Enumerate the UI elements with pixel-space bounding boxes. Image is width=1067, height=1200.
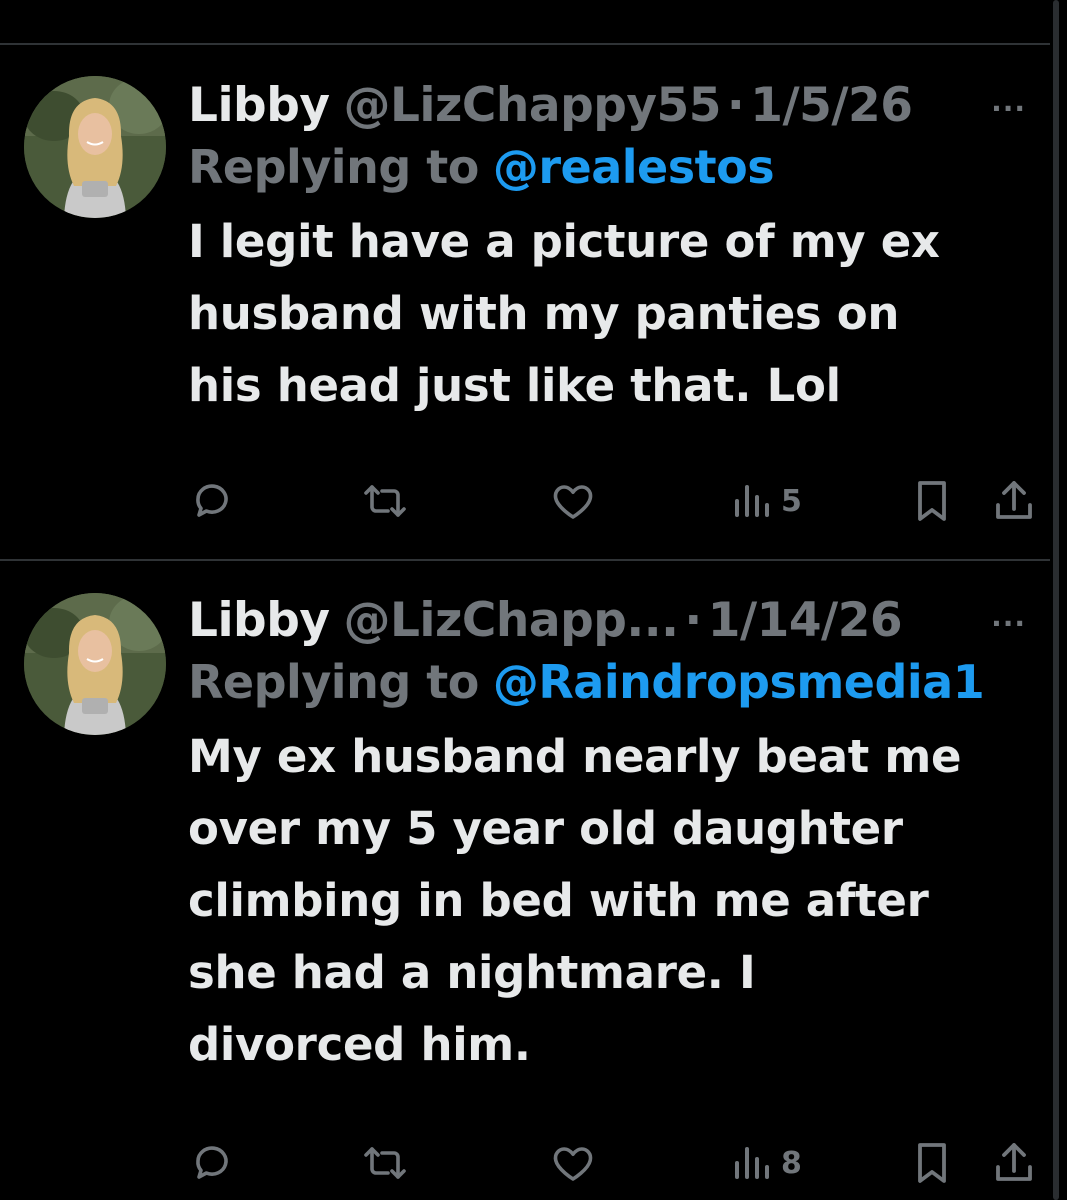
reply-button[interactable] — [188, 1138, 236, 1188]
tweet-content: Libby @LizChapp... · 1/14/26 ··· Replyin… — [188, 589, 1050, 1081]
author-name[interactable]: Libby — [188, 593, 330, 648]
scrollbar[interactable] — [1053, 0, 1059, 1200]
more-options-icon[interactable]: ··· — [991, 92, 1026, 125]
tweet-text-line: husband with my panties on — [188, 287, 900, 340]
tweet-header: Libby @LizChapp... · 1/14/26 — [188, 589, 1050, 651]
tweet-text-line: she had a nightmare. I — [188, 946, 756, 999]
reply-mention-link[interactable]: @Raindropsmedia1 — [493, 655, 985, 709]
retweet-icon — [364, 485, 406, 517]
bookmark-button[interactable] — [910, 476, 954, 526]
heart-icon — [553, 1147, 593, 1181]
views-bar-icon[interactable]: ˙˙˙ — [733, 0, 766, 11]
share-button[interactable] — [992, 1138, 1036, 1188]
reply-mention-link[interactable]: @realestos — [493, 140, 775, 194]
tweet-1[interactable]: Libby @LizChappy55 · 1/5/26 ··· Replying… — [0, 44, 1050, 560]
tweet-text-line: over my 5 year old daughter — [188, 802, 903, 855]
bookmark-icon[interactable]: ˘ — [925, 0, 936, 11]
views-bar-icon — [735, 485, 769, 517]
like-button[interactable] — [548, 476, 598, 526]
retweet-icon — [364, 1147, 406, 1179]
tweet-text-line: climbing in bed with me after — [188, 874, 929, 927]
reply-button[interactable] — [188, 476, 236, 526]
tweet-text: I legit have a picture of my ex husband … — [188, 206, 1038, 422]
share-icon — [996, 1143, 1032, 1181]
share-icon — [996, 481, 1032, 519]
reply-icon[interactable]: ˘ — [188, 0, 199, 11]
tweet-text-line: divorced him. — [188, 1018, 531, 1071]
replying-to-line: Replying to @realestos — [188, 136, 1050, 198]
tweet-text-line: My ex husband nearly beat me — [188, 730, 962, 783]
tweet-date[interactable]: 1/5/26 — [750, 78, 913, 133]
tweet-text: My ex husband nearly beat me over my 5 y… — [188, 721, 1038, 1081]
tweet-content: Libby @LizChappy55 · 1/5/26 ··· Replying… — [188, 74, 1050, 422]
reply-icon — [196, 1146, 228, 1179]
bookmark-icon — [918, 481, 946, 521]
author-handle[interactable]: @LizChappy55 — [343, 78, 721, 133]
heart-icon — [553, 485, 593, 519]
tweet-actions: 5 — [188, 476, 1048, 526]
tweet-text-line: I legit have a picture of my ex — [188, 215, 940, 268]
views-button[interactable]: 8 — [731, 1138, 802, 1188]
views-bar-icon — [735, 1147, 769, 1179]
tweet-2[interactable]: Libby @LizChapp... · 1/14/26 ··· Replyin… — [0, 561, 1050, 1200]
retweet-button[interactable] — [358, 476, 412, 526]
bookmark-button[interactable] — [910, 1138, 954, 1188]
replying-to-label: Replying to — [188, 655, 479, 709]
views-count: 8 — [781, 1145, 802, 1181]
avatar[interactable] — [24, 76, 166, 218]
separator-dot: · — [726, 77, 745, 133]
tweet-header: Libby @LizChappy55 · 1/5/26 — [188, 74, 1050, 136]
replying-to-label: Replying to — [188, 140, 479, 194]
bookmark-icon — [918, 1143, 946, 1183]
share-icon[interactable]: ˘ — [1000, 0, 1011, 11]
tweet-date[interactable]: 1/14/26 — [708, 593, 903, 648]
more-options-icon[interactable]: ··· — [991, 607, 1026, 640]
previous-tweet-actions-remnant: ˘ ˙˙˙ ˘ ˘ — [0, 0, 1067, 44]
avatar[interactable] — [24, 593, 166, 735]
tweet-actions: 8 — [188, 1138, 1048, 1188]
separator-dot: · — [684, 592, 702, 648]
share-button[interactable] — [992, 476, 1036, 526]
like-button[interactable] — [548, 1138, 598, 1188]
tweet-text-line: his head just like that. Lol — [188, 359, 841, 412]
views-count: 5 — [781, 483, 802, 519]
reply-icon — [196, 484, 228, 517]
views-button[interactable]: 5 — [731, 476, 802, 526]
retweet-button[interactable] — [358, 1138, 412, 1188]
author-handle[interactable]: @LizChapp... — [343, 593, 678, 648]
replying-to-line: Replying to @Raindropsmedia1 — [188, 651, 1050, 713]
author-name[interactable]: Libby — [188, 78, 330, 133]
